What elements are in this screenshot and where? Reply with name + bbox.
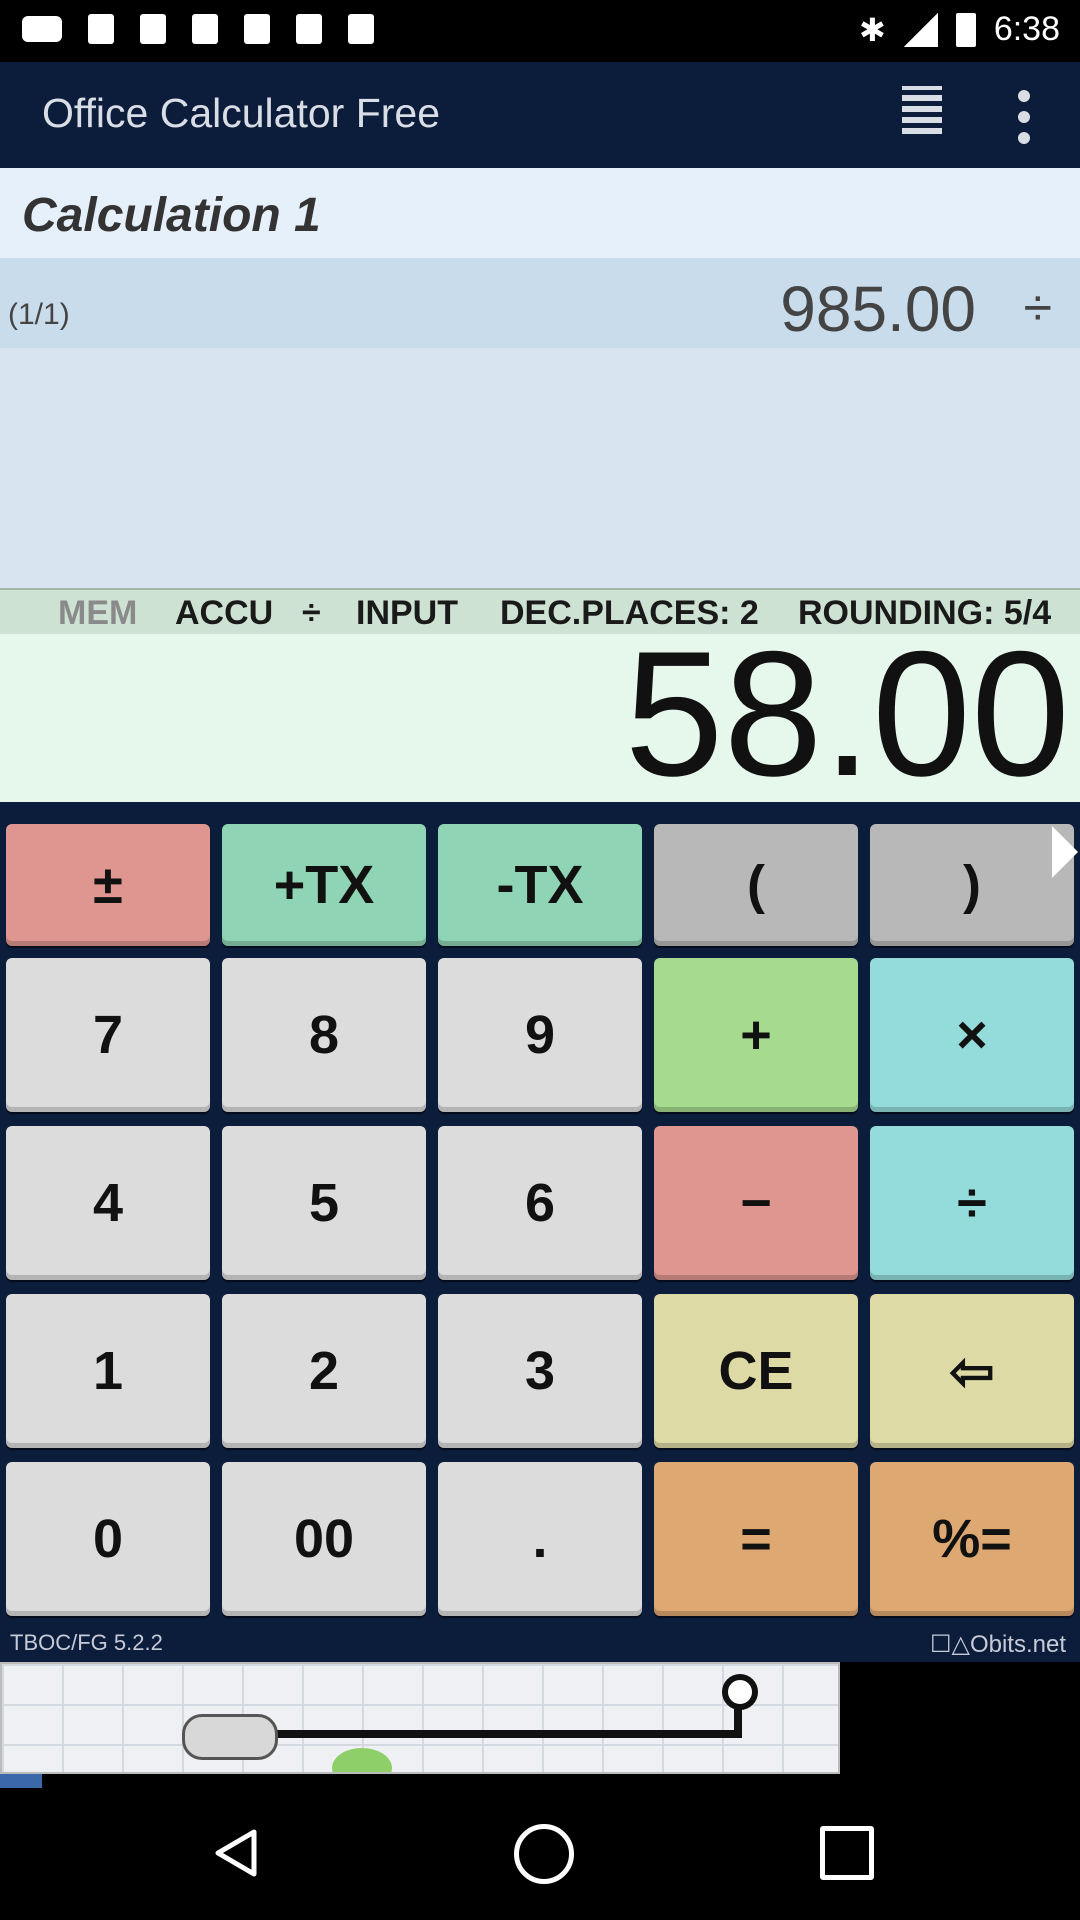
image-icon	[244, 14, 270, 44]
car-icon	[182, 1714, 278, 1760]
location-pin-icon	[722, 1674, 758, 1710]
divide-button[interactable]: ÷	[870, 1126, 1074, 1280]
ad-choices-icon[interactable]	[0, 1774, 42, 1788]
pending-operator: ÷	[302, 594, 321, 632]
image-icon	[140, 14, 166, 44]
image-icon	[192, 14, 218, 44]
image-icon	[296, 14, 322, 44]
open-paren-button[interactable]: (	[654, 824, 858, 946]
digit-4-button[interactable]: 4	[6, 1126, 210, 1280]
digit-8-button[interactable]: 8	[222, 958, 426, 1112]
notification-icons	[22, 14, 374, 44]
more-keys-arrow-icon[interactable]	[1052, 826, 1078, 878]
calculation-tape[interactable]: (1/1) 985.00 ÷	[0, 258, 1080, 588]
digit-2-button[interactable]: 2	[222, 1294, 426, 1448]
main-display: 58.00	[0, 624, 1080, 804]
digit-7-button[interactable]: 7	[6, 958, 210, 1112]
signal-icon	[903, 12, 938, 47]
calculation-title: Calculation 1	[22, 189, 321, 242]
version-label: TBOC/FG 5.2.2	[10, 1630, 163, 1655]
image-icon	[88, 14, 114, 44]
tape-row[interactable]: (1/1) 985.00 ÷	[0, 258, 1080, 348]
route-line-graphic	[252, 1730, 742, 1738]
digit-5-button[interactable]: 5	[222, 1126, 426, 1280]
add-button[interactable]: +	[654, 958, 858, 1112]
double-zero-button[interactable]: 00	[222, 1462, 426, 1616]
navigation-bar	[0, 1788, 1080, 1920]
digit-0-button[interactable]: 0	[6, 1462, 210, 1616]
battery-icon	[955, 12, 976, 47]
home-icon[interactable]	[514, 1824, 574, 1884]
app-title: Office Calculator Free	[42, 90, 441, 136]
map-graphic	[2, 1664, 838, 1772]
recent-apps-icon[interactable]	[820, 1826, 874, 1880]
subtract-button[interactable]: −	[654, 1126, 858, 1280]
image-icon	[348, 14, 374, 44]
clear-entry-button[interactable]: CE	[654, 1294, 858, 1448]
mode-indicator: INPUT	[356, 594, 458, 632]
digit-9-button[interactable]: 9	[438, 958, 642, 1112]
digit-6-button[interactable]: 6	[438, 1126, 642, 1280]
tape-row-operator: ÷	[1023, 279, 1052, 337]
accu-indicator: ACCU	[175, 594, 274, 632]
plus-minus-button[interactable]: ±	[6, 824, 210, 946]
message-icon	[22, 16, 62, 42]
system-icons: ✱ 6:38	[859, 10, 1060, 49]
clock: 6:38	[993, 10, 1060, 48]
tape-row-value: 985.00	[780, 273, 976, 345]
footer: TBOC/FG 5.2.2 ☐△Obits.net	[0, 1626, 1080, 1662]
add-tax-button[interactable]: +TX	[222, 824, 426, 946]
website-link[interactable]: ☐△Obits.net	[930, 1630, 1066, 1659]
bluetooth-icon: ✱	[859, 11, 886, 48]
backspace-button[interactable]: ⇦	[870, 1294, 1074, 1448]
tape-row-index: (1/1)	[8, 298, 70, 331]
keypad: ± +TX -TX ( ) 7 8 9 + × 4 5 6 − ÷ 1 2 3 …	[0, 802, 1080, 1662]
ad-banner[interactable]	[0, 1662, 840, 1774]
close-paren-button[interactable]: )	[870, 824, 1074, 946]
multiply-button[interactable]: ×	[870, 958, 1074, 1112]
equals-button[interactable]: =	[654, 1462, 858, 1616]
subtract-tax-button[interactable]: -TX	[438, 824, 642, 946]
display-value: 58.00	[624, 614, 1070, 813]
app-bar: Office Calculator Free	[0, 62, 1080, 168]
status-bar: ✱ 6:38	[0, 0, 1080, 62]
mem-indicator: MEM	[58, 594, 138, 632]
decimal-point-button[interactable]: .	[438, 1462, 642, 1616]
back-icon[interactable]	[214, 1828, 258, 1878]
tape-list-icon[interactable]	[902, 86, 942, 144]
more-vert-icon[interactable]	[1018, 90, 1034, 153]
digit-3-button[interactable]: 3	[438, 1294, 642, 1448]
percent-equals-button[interactable]: %=	[870, 1462, 1074, 1616]
digit-1-button[interactable]: 1	[6, 1294, 210, 1448]
calculation-header: Calculation 1	[0, 168, 1080, 258]
